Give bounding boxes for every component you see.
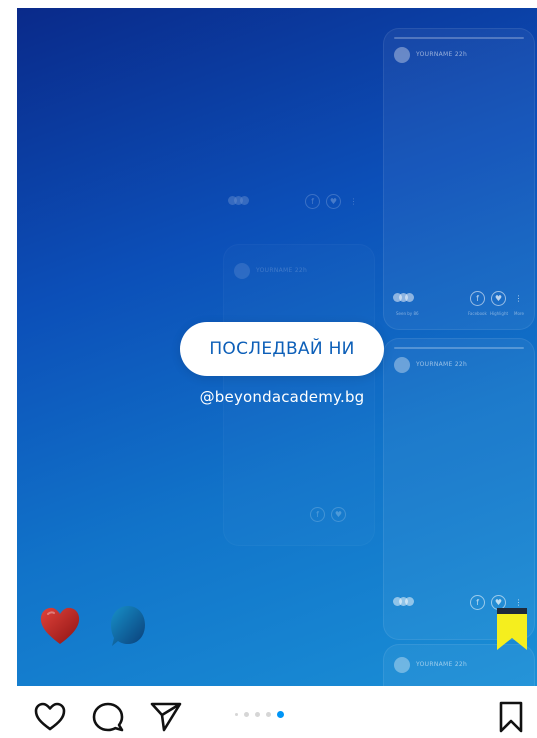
mockup-action-row: f ♥ [310, 507, 346, 522]
story-mockup-card: YOURNAME 22h f ♥ ⋮ [383, 338, 535, 640]
mockup-action-row: f ♥ ⋮ [470, 291, 525, 306]
carousel-dot [255, 712, 260, 717]
facebook-icon: f [470, 291, 485, 306]
facebook-icon: f [310, 507, 325, 522]
mockup-facebook-label: Facebook [468, 311, 487, 316]
like-button[interactable] [33, 700, 67, 734]
highlight-heart-icon: ♥ [331, 507, 346, 522]
heart-3d-icon [40, 607, 80, 644]
facebook-icon: f [305, 194, 320, 209]
save-button[interactable] [494, 700, 528, 734]
mockup-seen-row [393, 293, 414, 302]
mockup-time: 22h [294, 267, 308, 274]
account-handle: @beyondacademy.bg [199, 388, 365, 406]
mockup-seen-label: Seen by 86 [396, 311, 419, 316]
mockup-viewer-avatars [228, 196, 249, 205]
mockup-avatar [394, 657, 410, 673]
carousel-dot [266, 712, 271, 717]
mockup-time: 22h [454, 661, 468, 668]
story-progress-bar [394, 347, 524, 349]
mockup-action-row: f ♥ ⋮ [305, 194, 360, 209]
mockup-seen-row [393, 597, 414, 606]
follow-us-button[interactable]: ПОСЛЕДВАЙ НИ [180, 322, 384, 376]
mockup-time: 22h [454, 51, 468, 58]
mockup-action-row [228, 196, 249, 205]
highlight-heart-icon: ♥ [491, 291, 506, 306]
post-action-bar [0, 686, 537, 734]
paper-plane-icon [150, 702, 182, 732]
comment-button[interactable] [91, 700, 125, 734]
mockup-more-label: More [514, 311, 524, 316]
bookmark-3d-icon [497, 608, 527, 650]
mockup-avatar [234, 263, 250, 279]
more-dots-icon: ⋮ [349, 197, 358, 206]
more-dots-icon: ⋮ [514, 294, 523, 303]
mockup-avatar [394, 47, 410, 63]
mockup-avatar [394, 357, 410, 373]
mockup-username: YOURNAME [416, 661, 453, 668]
story-mockup-card: YOURNAME 22h f ♥ ⋮ Seen by 86 Facebook H… [383, 28, 535, 330]
bookmark-outline-icon [499, 701, 523, 733]
mockup-username: YOURNAME [416, 361, 453, 368]
comment-bubble-3d-icon [111, 606, 145, 646]
share-button[interactable] [149, 700, 183, 734]
story-progress-bar [394, 37, 524, 39]
heart-outline-icon [34, 702, 66, 731]
carousel-dot [235, 713, 238, 716]
post-media[interactable]: YOURNAME 22h f ♥ ⋮ Seen by 86 Facebook H… [17, 8, 537, 686]
carousel-indicator [235, 711, 284, 718]
comment-bubble-icon [92, 702, 124, 732]
mockup-username: YOURNAME [256, 267, 293, 274]
carousel-dot-active [277, 711, 284, 718]
mockup-viewer-avatars [393, 293, 414, 302]
mockup-highlight-label: Highlight [490, 311, 509, 316]
mockup-username: YOURNAME [416, 51, 453, 58]
highlight-heart-icon: ♥ [326, 194, 341, 209]
mockup-time: 22h [454, 361, 468, 368]
carousel-dot [244, 712, 249, 717]
mockup-viewer-avatars [393, 597, 414, 606]
facebook-icon: f [470, 595, 485, 610]
